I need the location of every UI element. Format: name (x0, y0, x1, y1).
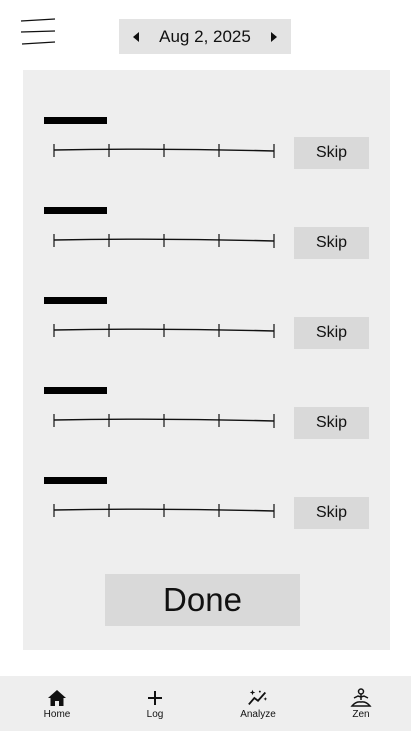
done-button[interactable]: Done (105, 574, 300, 626)
sparkle-chart-icon (247, 688, 269, 708)
prev-date-button[interactable] (127, 19, 145, 54)
rating-slider[interactable] (52, 323, 277, 339)
nav-item-analyze[interactable]: Analyze (218, 676, 298, 731)
meditation-icon (350, 688, 372, 708)
next-date-button[interactable] (265, 19, 283, 54)
entry-item: Skip (23, 477, 390, 557)
caret-right-icon (270, 31, 277, 42)
bottom-nav: Home Log Analyze Zen (0, 676, 411, 731)
rating-slider[interactable] (52, 413, 277, 429)
entry-item: Skip (23, 117, 390, 197)
rating-slider[interactable] (52, 143, 277, 159)
home-icon (46, 688, 68, 708)
skip-button[interactable]: Skip (294, 407, 369, 439)
skip-button[interactable]: Skip (294, 227, 369, 259)
item-label-placeholder (44, 297, 107, 304)
nav-label-home: Home (43, 709, 71, 720)
entry-item: Skip (23, 207, 390, 287)
nav-label-log: Log (146, 709, 164, 720)
skip-button[interactable]: Skip (294, 497, 369, 529)
rating-slider[interactable] (52, 233, 277, 249)
current-date: Aug 2, 2025 (159, 26, 251, 46)
date-selector: Aug 2, 2025 (119, 19, 291, 54)
entry-item: Skip (23, 387, 390, 467)
menu-button[interactable] (20, 18, 56, 46)
plus-icon (144, 688, 166, 708)
item-label-placeholder (44, 117, 107, 124)
item-label-placeholder (44, 387, 107, 394)
caret-left-icon (133, 31, 139, 42)
entry-panel: Skip Skip Skip Skip Skip Done (23, 70, 390, 650)
nav-item-log[interactable]: Log (115, 676, 195, 731)
nav-item-home[interactable]: Home (17, 676, 97, 731)
item-label-placeholder (44, 477, 107, 484)
item-label-placeholder (44, 207, 107, 214)
hamburger-menu-icon (20, 18, 56, 45)
nav-item-zen[interactable]: Zen (321, 676, 401, 731)
skip-button[interactable]: Skip (294, 137, 369, 169)
nav-label-zen: Zen (352, 709, 370, 720)
rating-slider[interactable] (52, 503, 277, 519)
skip-button[interactable]: Skip (294, 317, 369, 349)
entry-item: Skip (23, 297, 390, 377)
nav-label-analyze: Analyze (240, 709, 276, 720)
